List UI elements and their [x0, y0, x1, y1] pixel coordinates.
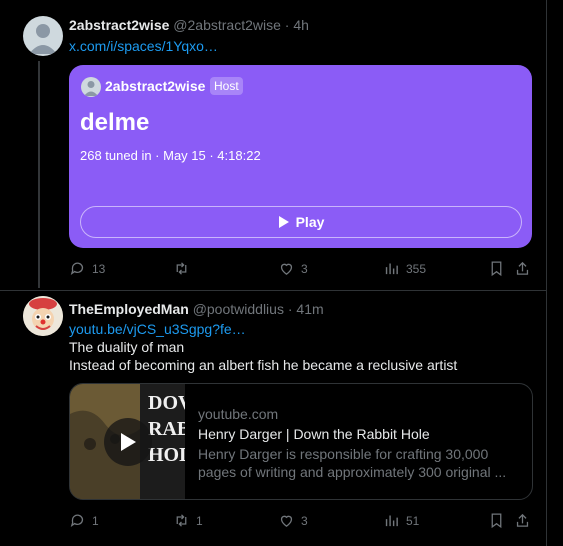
like-button[interactable]: 3	[278, 512, 308, 529]
tweet-header: TheEmployedMan @pootwiddlius · 41m	[69, 301, 324, 317]
share-icon	[516, 513, 529, 527]
repost-icon	[176, 262, 187, 275]
link-card[interactable]: DOV RAB HOL youtube.com Henry Darger | D…	[69, 383, 533, 500]
share-button[interactable]	[514, 260, 531, 277]
reply-button[interactable]: 13	[69, 260, 105, 277]
bookmark-button[interactable]	[488, 260, 505, 277]
repost-count: 1	[196, 513, 203, 528]
space-host-avatar	[81, 77, 101, 97]
play-label: Play	[295, 214, 325, 230]
like-icon	[280, 515, 293, 527]
like-count: 3	[301, 513, 308, 528]
bookmark-icon	[491, 261, 502, 277]
like-icon	[280, 263, 293, 275]
repost-button[interactable]: 1	[173, 512, 203, 529]
avatar[interactable]	[23, 296, 63, 336]
space-host-name: 2abstract2wise	[105, 78, 206, 94]
play-button[interactable]: Play	[80, 206, 522, 238]
bookmark-button[interactable]	[488, 512, 505, 529]
column-divider	[546, 0, 547, 546]
space-meta: 268 tuned in · May 15 · 4:18:22	[80, 148, 261, 163]
youtube-link[interactable]: youtu.be/vjCS_u3Sgpg?fe…	[69, 320, 246, 338]
bookmark-icon	[491, 513, 502, 529]
avatar[interactable]	[23, 16, 63, 56]
tweet-text-line: The duality of man	[69, 339, 185, 355]
views-count: 355	[406, 261, 427, 276]
views-button[interactable]: 355	[383, 260, 426, 277]
tweet-header: 2abstract2wise @2abstract2wise · 4h	[69, 17, 309, 33]
default-avatar-icon	[29, 24, 57, 54]
reply-icon	[70, 262, 84, 275]
tweet-text-line: Instead of becoming an albert fish he be…	[69, 357, 458, 373]
tweet-youtube[interactable]: TheEmployedMan @pootwiddlius · 41m youtu…	[0, 291, 546, 546]
like-button[interactable]: 3	[278, 260, 308, 277]
handle[interactable]: @pootwiddlius	[193, 301, 284, 317]
card-title: Henry Darger | Down the Rabbit Hole	[198, 426, 430, 442]
share-icon	[516, 261, 529, 275]
thumbnail-text: DOV RAB HOL	[148, 392, 185, 466]
like-count: 3	[301, 261, 308, 276]
card-description: Henry Darger is responsible for crafting…	[198, 446, 489, 462]
space-link[interactable]: x.com/i/spaces/1Yqxo…	[69, 37, 218, 55]
video-thumbnail[interactable]: DOV RAB HOL	[70, 384, 185, 499]
timestamp[interactable]: 41m	[296, 301, 323, 317]
video-play-button[interactable]	[104, 418, 152, 466]
separator: ·	[284, 17, 290, 33]
card-domain: youtube.com	[198, 406, 279, 422]
display-name[interactable]: TheEmployedMan	[69, 301, 189, 317]
space-card[interactable]: 2abstract2wise Host delme 268 tuned in ·…	[69, 65, 532, 248]
views-count: 51	[406, 513, 420, 528]
tweet-actions: 1 1 3 51	[69, 512, 532, 532]
views-icon	[385, 515, 398, 527]
timestamp[interactable]: 4h	[293, 17, 309, 33]
repost-icon	[176, 514, 187, 527]
handle[interactable]: @2abstract2wise	[173, 17, 281, 33]
repost-button[interactable]	[173, 260, 196, 277]
space-title: delme	[80, 109, 150, 136]
play-icon	[121, 433, 136, 451]
thread-line	[38, 61, 40, 288]
clown-avatar-icon	[23, 296, 63, 336]
reply-count: 13	[92, 261, 106, 276]
host-badge: Host	[210, 77, 243, 95]
play-icon	[278, 216, 289, 228]
tweet-actions: 13 3 355	[69, 260, 532, 280]
separator: ·	[287, 301, 293, 317]
card-description: pages of writing and approximately 300 o…	[198, 464, 507, 480]
reply-count: 1	[92, 513, 99, 528]
tweet-space[interactable]: 2abstract2wise @2abstract2wise · 4h x.co…	[0, 0, 546, 290]
display-name[interactable]: 2abstract2wise	[69, 17, 169, 33]
reply-icon	[70, 514, 84, 527]
views-button[interactable]: 51	[383, 512, 419, 529]
reply-button[interactable]: 1	[69, 512, 99, 529]
default-avatar-icon	[84, 81, 98, 96]
share-button[interactable]	[514, 512, 531, 529]
views-icon	[385, 263, 398, 275]
